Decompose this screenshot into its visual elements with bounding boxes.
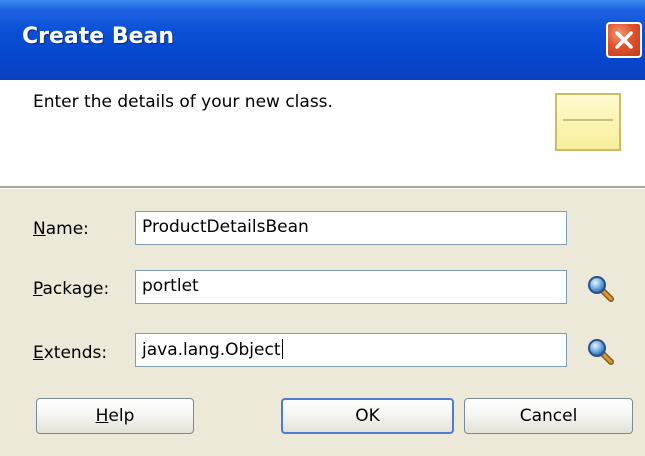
name-label: Name: — [33, 219, 89, 239]
package-input[interactable]: portlet — [135, 270, 567, 304]
extends-input[interactable]: java.lang.Object — [135, 333, 567, 367]
close-button[interactable] — [606, 22, 642, 58]
text-cursor — [281, 339, 283, 359]
title-bar[interactable]: Create Bean — [0, 0, 645, 80]
header-description: Enter the details of your new class. — [33, 92, 333, 112]
package-label: Package: — [33, 279, 110, 299]
class-icon — [555, 93, 621, 151]
extends-label: Extends: — [33, 343, 108, 363]
package-lookup-icon[interactable] — [585, 273, 617, 305]
dialog-title: Create Bean — [22, 24, 175, 49]
ok-button[interactable]: OK — [281, 398, 454, 434]
help-button[interactable]: Help — [36, 398, 194, 434]
create-bean-dialog: Create Bean Enter the details of your ne… — [0, 0, 645, 456]
header-divider-highlight — [0, 188, 645, 189]
close-icon — [615, 31, 633, 49]
name-input[interactable]: ProductDetailsBean — [135, 211, 567, 245]
extends-lookup-icon[interactable] — [585, 336, 617, 368]
cancel-button[interactable]: Cancel — [464, 398, 633, 434]
